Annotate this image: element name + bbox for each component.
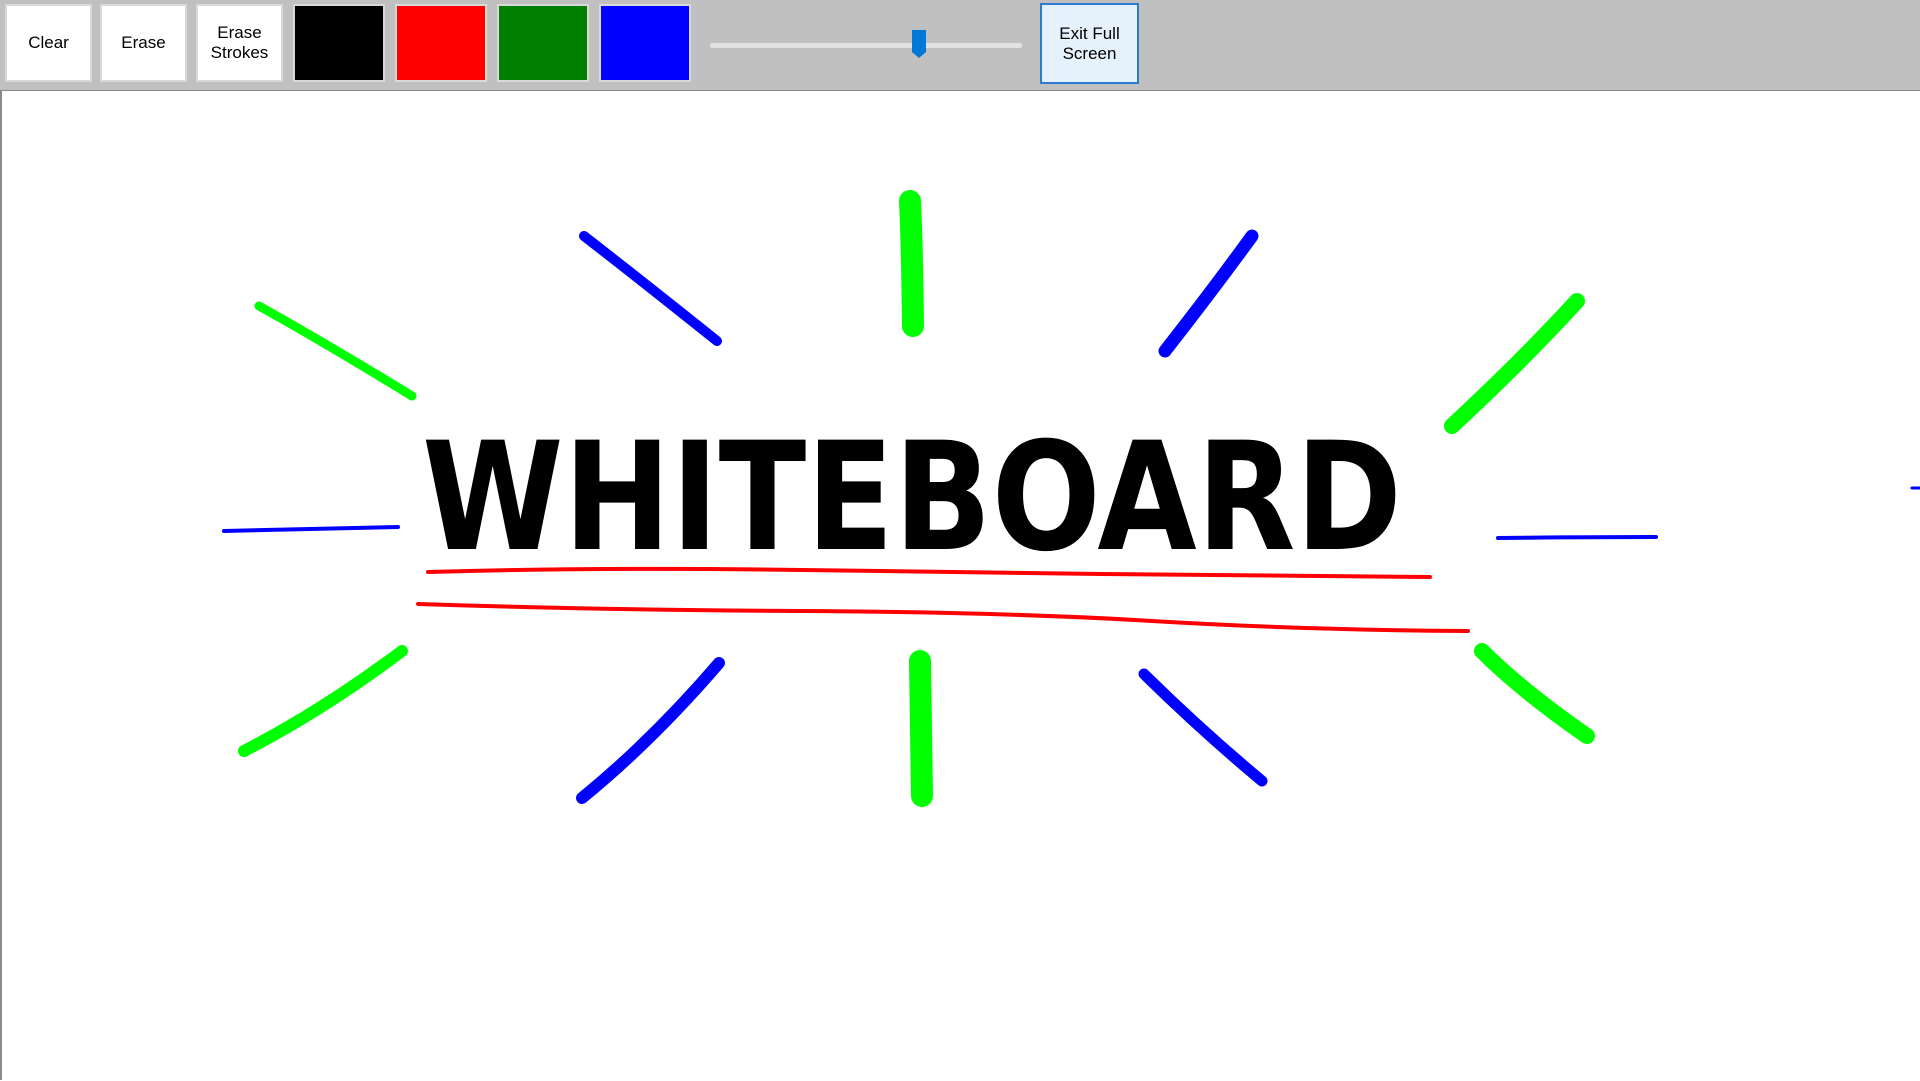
slider-thumb[interactable] [912, 30, 927, 58]
ink-stroke-blue [1158, 229, 1259, 358]
ink-stroke-blue [222, 525, 400, 533]
erase-button[interactable]: Erase [100, 4, 187, 82]
ink-stroke-green [254, 301, 417, 401]
ink-stroke-green [1444, 293, 1585, 434]
color-swatch-black[interactable] [293, 4, 385, 82]
ink-stroke-blue [1138, 668, 1268, 787]
ink-stroke-red [416, 602, 1470, 633]
drawing-canvas[interactable]: WHITEBOARD [0, 90, 1920, 1080]
ink-stroke-blue [576, 657, 725, 804]
erase-strokes-button[interactable]: Erase Strokes [196, 4, 283, 82]
color-swatch-green[interactable] [497, 4, 589, 82]
brush-size-slider[interactable] [710, 30, 1022, 62]
ink-stroke-green [899, 190, 924, 337]
ink-stroke-green [909, 650, 933, 807]
exit-fullscreen-button[interactable]: Exit Full Screen [1040, 3, 1139, 84]
ink-stroke-blue [1496, 535, 1658, 540]
whiteboard-handwritten-text: WHITEBOARD [422, 411, 1402, 585]
color-swatch-red[interactable] [395, 4, 487, 82]
clear-button[interactable]: Clear [5, 4, 92, 82]
ink-stroke-blue [579, 231, 722, 346]
ink-stroke-green [1474, 643, 1595, 744]
ink-layer: WHITEBOARD [222, 190, 1920, 807]
toolbar: Clear Erase Erase Strokes Exit Full Scre… [0, 0, 1920, 90]
ink-stroke-green [238, 645, 408, 757]
slider-track [710, 43, 1022, 48]
color-swatch-blue[interactable] [599, 4, 691, 82]
